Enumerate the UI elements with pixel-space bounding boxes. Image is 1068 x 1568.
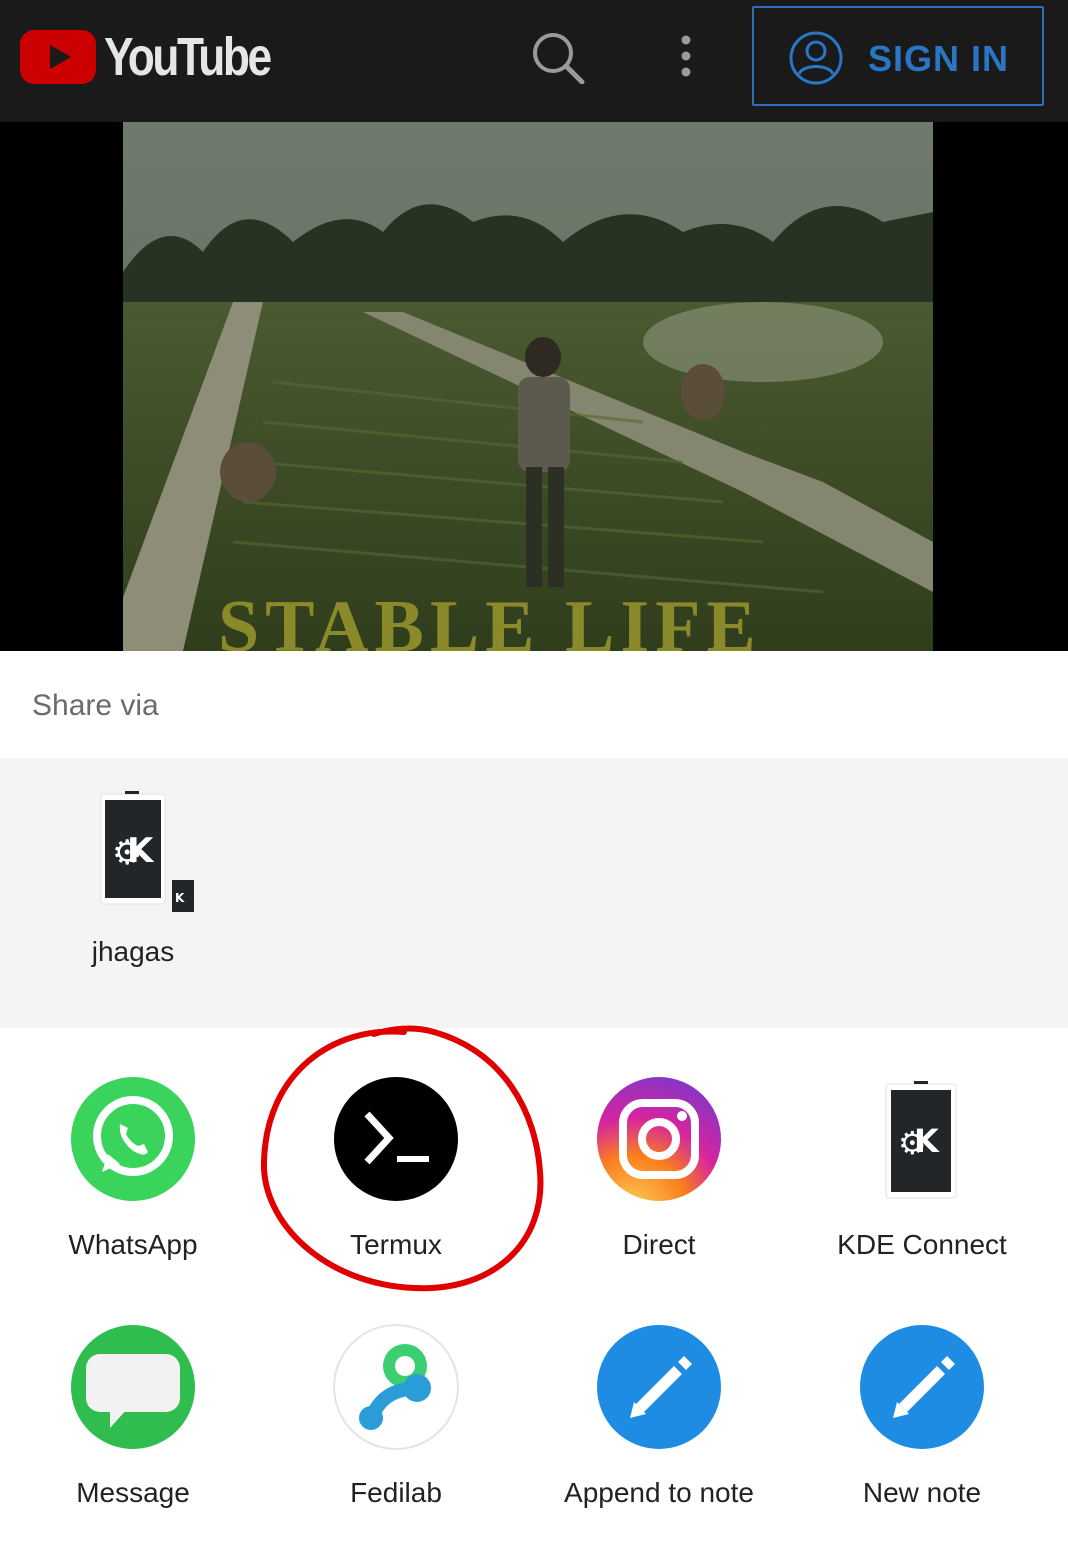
share-app-message[interactable]: Message — [33, 1324, 233, 1524]
share-app-append-to-note[interactable]: Append to note — [559, 1324, 759, 1524]
svg-text:K: K — [914, 1122, 940, 1160]
share-app-direct[interactable]: Direct — [559, 1076, 759, 1276]
message-icon — [71, 1325, 195, 1449]
instagram-icon — [597, 1077, 721, 1201]
share-app-label: New note — [862, 1477, 982, 1508]
share-app-label: Append to note — [564, 1477, 754, 1508]
share-app-label: Fedilab — [350, 1477, 442, 1508]
share-app-label: Message — [76, 1477, 190, 1508]
youtube-play-icon[interactable] — [20, 30, 100, 86]
direct-target-label: jhagas — [91, 936, 175, 967]
youtube-header: YouTube SIGN IN — [0, 0, 1068, 122]
youtube-wordmark[interactable]: YouTube — [104, 26, 272, 88]
direct-share-row: ⚙ K K jhagas — [0, 758, 1068, 1028]
share-app-whatsapp[interactable]: WhatsApp — [33, 1076, 233, 1276]
sign-in-button[interactable]: SIGN IN — [752, 6, 1044, 106]
video-frame: STABLE LIFE — [123, 122, 933, 651]
whatsapp-icon — [71, 1077, 195, 1201]
kde-connect-icon: ⚙ K K — [100, 791, 194, 912]
account-circle-icon — [789, 31, 843, 85]
share-app-kde-connect[interactable]: ⚙ K KDE Connect — [822, 1076, 1022, 1276]
search-icon[interactable] — [528, 30, 586, 84]
kde-connect-icon: ⚙ K — [885, 1081, 957, 1199]
direct-target-jhagas[interactable]: ⚙ K K jhagas — [33, 788, 233, 1008]
video-player[interactable]: STABLE LIFE — [0, 122, 1068, 651]
sign-in-label: SIGN IN — [868, 38, 1010, 79]
share-app-fedilab[interactable]: Fedilab — [296, 1324, 496, 1524]
svg-text:K: K — [127, 831, 155, 871]
fedilab-icon — [333, 1324, 459, 1450]
share-app-label: KDE Connect — [837, 1229, 1007, 1260]
share-app-label: Termux — [350, 1229, 442, 1260]
share-app-label: Direct — [622, 1229, 696, 1260]
more-vert-icon[interactable] — [676, 32, 696, 82]
share-app-label: WhatsApp — [68, 1229, 198, 1260]
share-app-new-note[interactable]: New note — [822, 1324, 1022, 1524]
video-caption: STABLE LIFE — [218, 586, 762, 651]
termux-icon — [334, 1077, 458, 1201]
svg-text:K: K — [175, 891, 185, 905]
pencil-icon — [597, 1325, 721, 1449]
share-sheet-title: Share via — [32, 689, 159, 722]
share-sheet-header: Share via — [0, 651, 1068, 758]
pencil-icon — [860, 1325, 984, 1449]
share-app-termux[interactable]: Termux — [296, 1076, 496, 1276]
